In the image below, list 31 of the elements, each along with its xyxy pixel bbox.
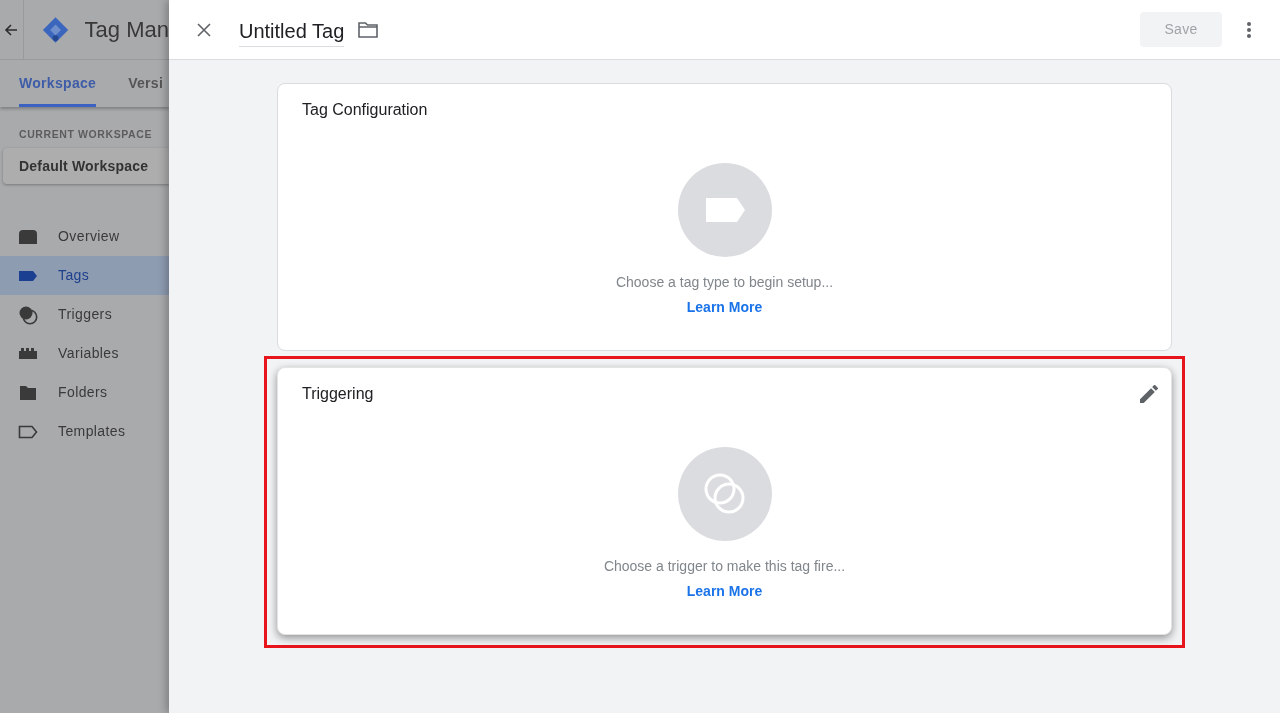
logo-icon [41, 14, 69, 45]
nav-item[interactable]: Tags [0, 256, 169, 295]
title-field[interactable]: Untitled Tag [239, 12, 345, 47]
box-icon [18, 228, 38, 245]
nav-item[interactable]: Triggers [0, 295, 169, 334]
card-description: Choose a trigger to make this tag fire... [602, 557, 847, 576]
more-options-icon [1247, 21, 1251, 38]
card-title: Triggering [302, 384, 374, 404]
tag-outline-icon [18, 424, 38, 439]
folder-icon [358, 21, 379, 38]
edit-button[interactable] [1137, 382, 1161, 406]
block-icon [18, 347, 38, 360]
close-icon [197, 22, 211, 37]
learn-more-link[interactable]: Learn More [686, 581, 763, 601]
workspace-selector[interactable]: Default Workspace [3, 148, 169, 184]
overlapping-circles-icon [18, 304, 38, 325]
nav-tab[interactable]: Workspace [19, 60, 97, 107]
folder-icon [19, 384, 37, 401]
learn-more-link[interactable]: Learn More [686, 297, 763, 317]
back-arrow-icon [4, 22, 19, 37]
nav-tab[interactable]: Versi [128, 60, 164, 107]
nav-item[interactable]: Folders [0, 373, 169, 412]
card-title: Tag Configuration [302, 100, 428, 120]
pencil-icon [1140, 385, 1158, 403]
app-title: Tag Man [84, 15, 169, 44]
tag-icon [18, 269, 38, 282]
nav-item[interactable]: Variables [0, 334, 169, 373]
nav-item[interactable]: Overview [0, 217, 169, 256]
section-label: CURRENT WORKSPACE [18, 127, 154, 141]
card-description: Choose a tag type to begin setup... [614, 273, 835, 292]
nav-item[interactable]: Templates [0, 412, 169, 451]
